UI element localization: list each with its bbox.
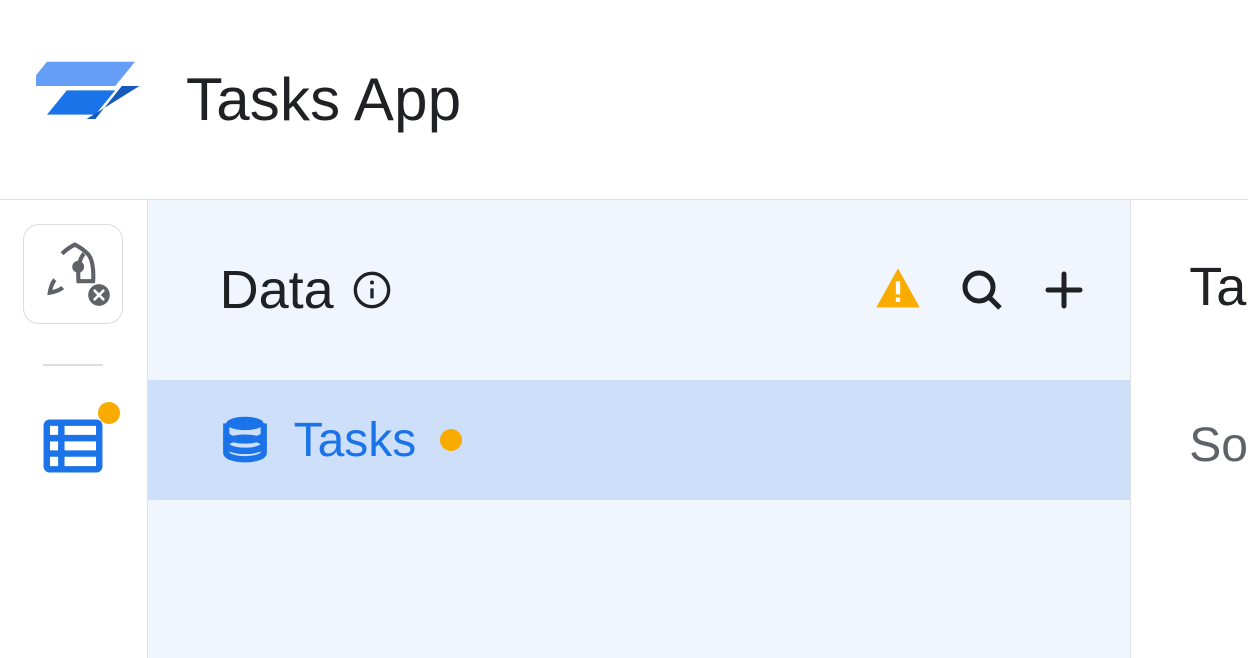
database-icon (220, 413, 270, 468)
notification-dot-icon (98, 402, 120, 424)
search-icon[interactable] (958, 266, 1006, 314)
appsheet-logo-icon (36, 42, 146, 157)
panel-title-group: Data (220, 259, 392, 321)
data-source-name: Tasks (294, 413, 417, 468)
right-pane-sub-fragment: So (1189, 418, 1248, 473)
error-badge-icon (86, 282, 112, 313)
nav-deploy-button[interactable] (23, 224, 123, 324)
add-data-source-button[interactable] (1040, 266, 1088, 314)
app-title: Tasks App (186, 65, 461, 134)
data-icon (38, 411, 108, 486)
app-root: Tasks App (0, 0, 1248, 658)
info-icon[interactable] (352, 270, 392, 310)
right-pane: Ta So (1131, 200, 1248, 658)
main-body: Data (0, 200, 1248, 658)
top-header: Tasks App (0, 0, 1248, 200)
panel-action-icons (872, 264, 1088, 316)
warning-icon[interactable] (872, 264, 924, 316)
status-dot-icon (440, 429, 462, 451)
panel-title: Data (220, 259, 334, 321)
nav-data-button[interactable] (31, 406, 116, 491)
right-pane-title-fragment: Ta (1189, 256, 1248, 318)
rail-divider (43, 364, 103, 366)
data-source-row[interactable]: Tasks (148, 380, 1131, 500)
nav-rail (0, 200, 148, 658)
data-panel: Data (148, 200, 1132, 658)
data-panel-header: Data (148, 200, 1131, 380)
